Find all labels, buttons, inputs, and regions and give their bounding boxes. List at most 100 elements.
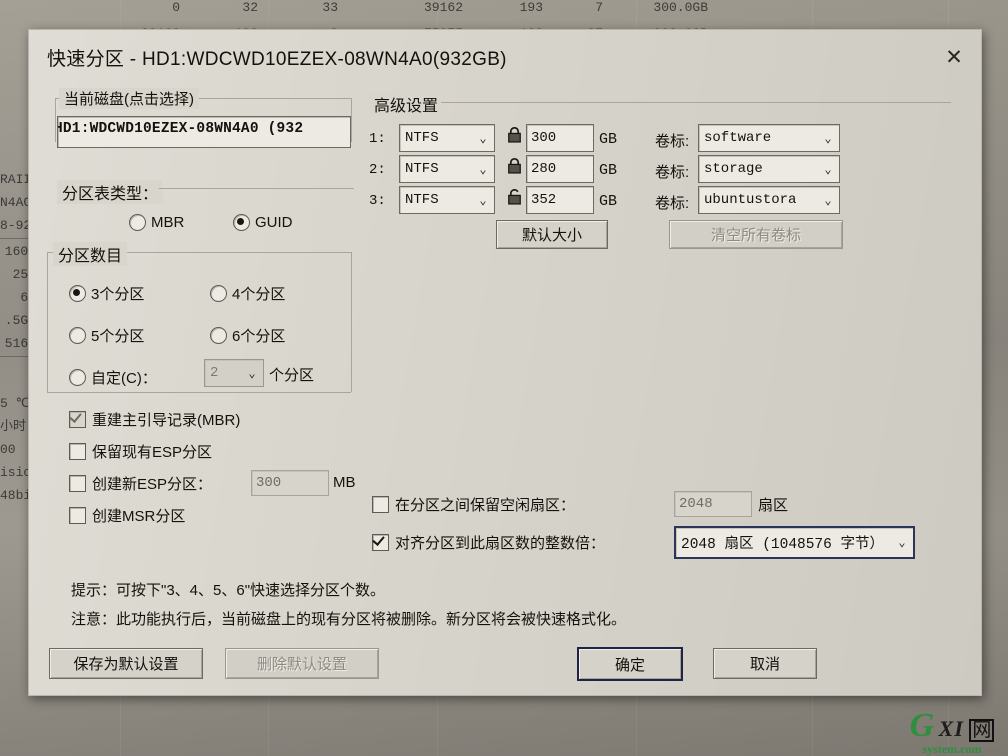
partition-size-input-3[interactable]: 352 (526, 186, 594, 214)
table-type-legend: 分区表类型： (57, 180, 164, 204)
volume-label-prefix-3: 卷标: (655, 195, 690, 212)
radio-5-partitions[interactable]: 5个分区 (69, 325, 144, 346)
cancel-button[interactable]: 取消 (713, 648, 817, 679)
radio-indicator (69, 327, 86, 344)
filesystem-dropdown-2[interactable]: NTFS ⌄ (399, 155, 495, 183)
checkbox-label: 创建新ESP分区： (92, 476, 213, 493)
checkbox-label: 在分区之间保留空闲扇区： (395, 497, 576, 514)
chevron-down-icon: ⌄ (824, 193, 832, 208)
ok-button[interactable]: 确定 (577, 647, 683, 681)
checkbox-label: 对齐分区到此扇区数的整数倍： (395, 535, 606, 552)
disk-listbox[interactable]: HD1:WDCWD10EZEX-08WN4A0 (932 (57, 116, 351, 148)
checkbox-indicator (69, 507, 86, 524)
custom-count-suffix: 个分区 (269, 367, 315, 384)
partition-count-legend: 分区数目 (53, 242, 128, 266)
volume-label-dropdown-3[interactable]: ubuntustora ⌄ (698, 186, 840, 214)
filesystem-value: NTFS (405, 192, 439, 208)
volume-label-dropdown-2[interactable]: storage ⌄ (698, 155, 840, 183)
lock-open-icon[interactable] (506, 188, 523, 205)
radio-mbr-label: MBR (151, 214, 185, 231)
radio-3-partitions[interactable]: 3个分区 (69, 283, 144, 304)
free-sectors-unit: 扇区 (758, 497, 789, 514)
checkbox-indicator (69, 475, 86, 492)
free-sectors-input[interactable]: 2048 (674, 491, 752, 517)
watermark-domain: system.com (922, 742, 982, 756)
checkbox-label: 保留现有ESP分区 (92, 444, 213, 461)
default-size-button[interactable]: 默认大小 (496, 220, 608, 249)
bg-cell: 300.0GB (653, 0, 708, 15)
checkbox-create-msr[interactable]: 创建MSR分区 (69, 505, 185, 526)
free-sectors-value: 2048 (679, 496, 713, 512)
partition-size-input-2[interactable]: 280 (526, 155, 594, 183)
volume-label-dropdown-1[interactable]: software ⌄ (698, 124, 840, 152)
lock-closed-icon[interactable] (506, 157, 523, 174)
size-unit-1: GB (599, 131, 618, 148)
checkbox-align-partitions[interactable]: 对齐分区到此扇区数的整数倍： (372, 532, 605, 553)
chevron-down-icon: ⌄ (479, 162, 487, 177)
esp-size-unit: MB (333, 474, 356, 491)
current-disk-legend: 当前磁盘(点击选择) (59, 88, 199, 109)
volume-label-value: software (704, 130, 772, 146)
partition-index-3: 3: (369, 193, 386, 209)
checkbox-keep-esp[interactable]: 保留现有ESP分区 (69, 441, 212, 462)
partition-size-value: 300 (531, 130, 557, 146)
filesystem-value: NTFS (405, 161, 439, 177)
checkbox-label: 创建MSR分区 (92, 508, 186, 525)
size-unit-2: GB (599, 162, 618, 179)
checkbox-indicator (372, 496, 389, 513)
partition-size-value: 352 (531, 192, 557, 208)
radio-indicator (233, 214, 250, 231)
radio-label: 自定(C)： (91, 370, 157, 387)
site-watermark: G XI 网 system.com (900, 709, 1004, 756)
radio-label: 3个分区 (91, 286, 145, 303)
volume-label-prefix-1: 卷标: (655, 133, 690, 150)
clear-all-labels-button[interactable]: 清空所有卷标 (669, 220, 843, 249)
delete-default-button[interactable]: 删除默认设置 (225, 648, 379, 679)
lock-closed-icon[interactable] (506, 126, 523, 143)
bg-cell: 39162 (423, 0, 463, 15)
watermark-xi: XI (938, 716, 964, 741)
checkbox-indicator (69, 443, 86, 460)
alignment-value: 2048 扇区 (1048576 字节） (681, 537, 885, 553)
disk-list-item[interactable]: HD1:WDCWD10EZEX-08WN4A0 (932 (58, 117, 350, 137)
volume-label-value: ubuntustora (704, 192, 797, 208)
volume-label-value: storage (704, 161, 763, 177)
checkbox-create-esp[interactable]: 创建新ESP分区： (69, 473, 212, 494)
chevron-down-icon: ⌄ (479, 131, 487, 146)
checkbox-indicator (69, 411, 86, 428)
save-default-button[interactable]: 保存为默认设置 (49, 648, 203, 679)
filesystem-dropdown-3[interactable]: NTFS ⌄ (399, 186, 495, 214)
chevron-down-icon: ⌄ (898, 536, 906, 550)
partition-size-input-1[interactable]: 300 (526, 124, 594, 152)
checkbox-label: 重建主引导记录(MBR) (92, 412, 241, 429)
filesystem-value: NTFS (405, 130, 439, 146)
radio-indicator (210, 327, 227, 344)
radio-guid[interactable]: GUID (233, 214, 293, 231)
custom-count-dropdown[interactable]: 2 ⌄ (204, 359, 264, 387)
close-icon[interactable]: ✕ (937, 42, 971, 72)
quick-partition-dialog: 快速分区 - HD1:WDCWD10EZEX-08WN4A0(932GB) ✕ … (28, 29, 982, 696)
esp-size-value: 300 (256, 475, 282, 491)
chevron-down-icon: ⌄ (824, 131, 832, 146)
radio-indicator (69, 285, 86, 302)
alignment-dropdown[interactable]: 2048 扇区 (1048576 字节） ⌄ (674, 526, 915, 559)
warning-text: 注意：此功能执行后，当前磁盘上的现有分区将被删除。新分区将会被快速格式化。 (71, 611, 627, 628)
bg-cell: 0 (172, 0, 180, 15)
chevron-down-icon: ⌄ (248, 366, 256, 381)
radio-custom-partitions[interactable]: 自定(C)： (69, 367, 157, 388)
checkbox-rebuild-mbr[interactable]: 重建主引导记录(MBR) (69, 409, 240, 430)
radio-mbr[interactable]: MBR (129, 214, 184, 231)
esp-size-input[interactable]: 300 (251, 470, 329, 496)
radio-4-partitions[interactable]: 4个分区 (210, 283, 285, 304)
radio-indicator (210, 285, 227, 302)
custom-count-value: 2 (210, 365, 219, 381)
radio-label: 6个分区 (232, 328, 286, 345)
checkbox-reserve-free-sectors[interactable]: 在分区之间保留空闲扇区： (372, 494, 575, 515)
checkbox-indicator (372, 534, 389, 551)
advanced-legend: 高级设置 (369, 92, 444, 116)
radio-6-partitions[interactable]: 6个分区 (210, 325, 285, 346)
watermark-square-char: 网 (969, 719, 995, 742)
filesystem-dropdown-1[interactable]: NTFS ⌄ (399, 124, 495, 152)
tip-text: 提示：可按下"3、4、5、6"快速选择分区个数。 (71, 582, 386, 599)
radio-indicator (129, 214, 146, 231)
